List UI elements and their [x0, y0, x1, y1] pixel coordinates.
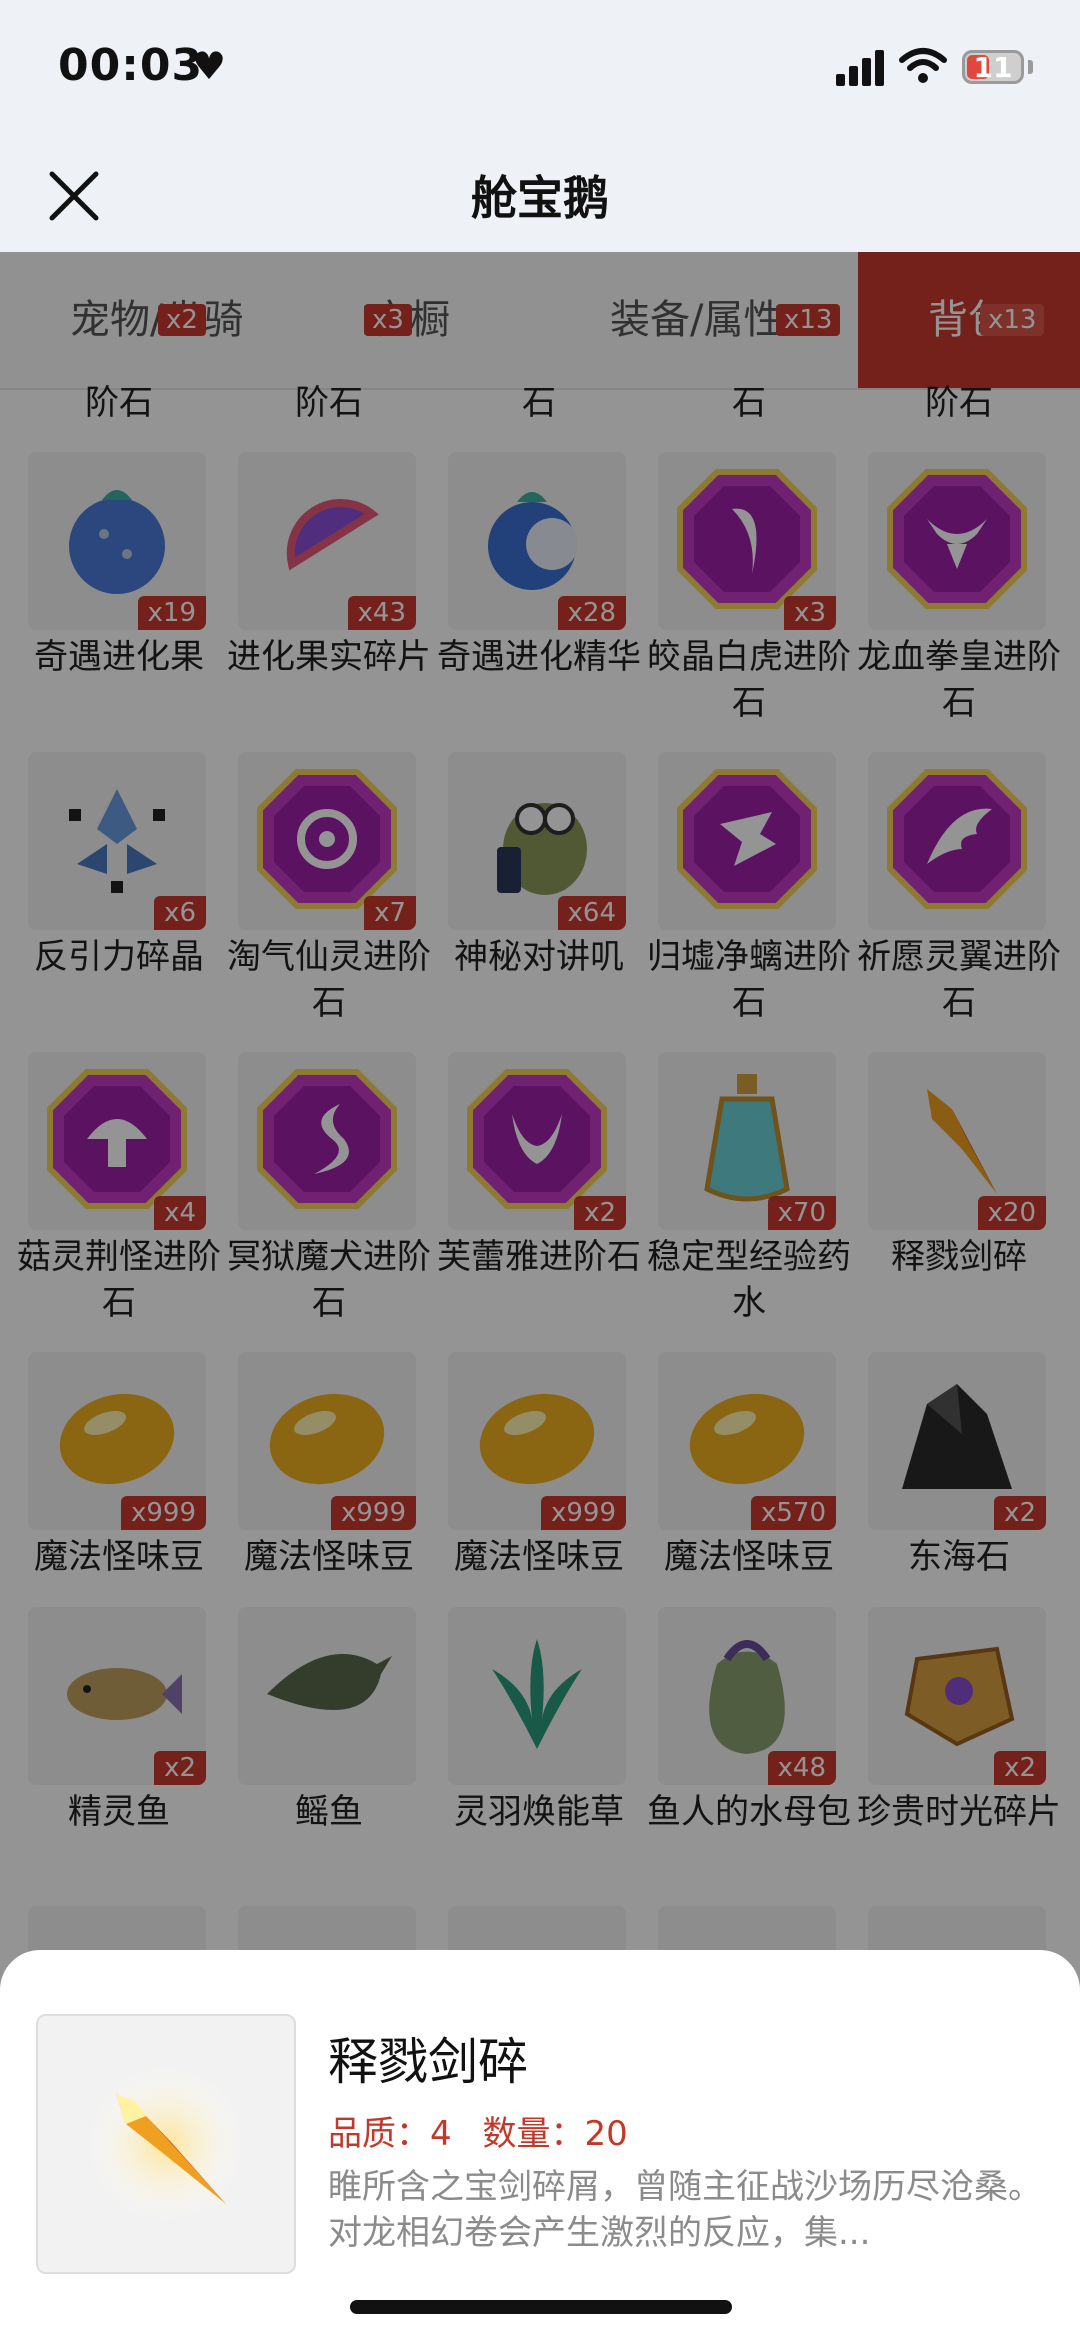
- nav-bar: 舱宝鹅: [0, 140, 1080, 252]
- item-detail-description: 睢所含之宝剑碎屑，曾随主征战沙场历尽沧桑。对龙相幻卷会产生激烈的反应，集...: [328, 2167, 1042, 2253]
- page-title: 舱宝鹅: [471, 171, 609, 225]
- item-detail-sheet: 释戮剑碎 品质：4 数量：20 睢所含之宝剑碎屑，曾随主征战沙场历尽沧桑。对龙相…: [0, 1950, 1080, 2337]
- item-detail-thumbnail: [36, 2014, 296, 2274]
- battery-icon: 11: [962, 50, 1024, 84]
- item-detail-name: 释戮剑碎: [328, 2033, 528, 2091]
- battery-level: 11: [973, 51, 1013, 84]
- signal-icon: [836, 50, 886, 86]
- wifi-icon: [899, 48, 947, 83]
- item-detail-stats: 品质：4 数量：20: [328, 2106, 628, 2155]
- home-indicator[interactable]: [350, 2300, 732, 2314]
- status-time: 00:03: [58, 40, 204, 91]
- status-bar: 00:03 ♥ 11: [0, 0, 1080, 140]
- item-quality: 品质：4: [328, 2114, 452, 2154]
- sword-shard-icon: [86, 2064, 246, 2224]
- heart-icon: ♥: [192, 44, 227, 88]
- item-quantity: 数量：20: [482, 2114, 628, 2154]
